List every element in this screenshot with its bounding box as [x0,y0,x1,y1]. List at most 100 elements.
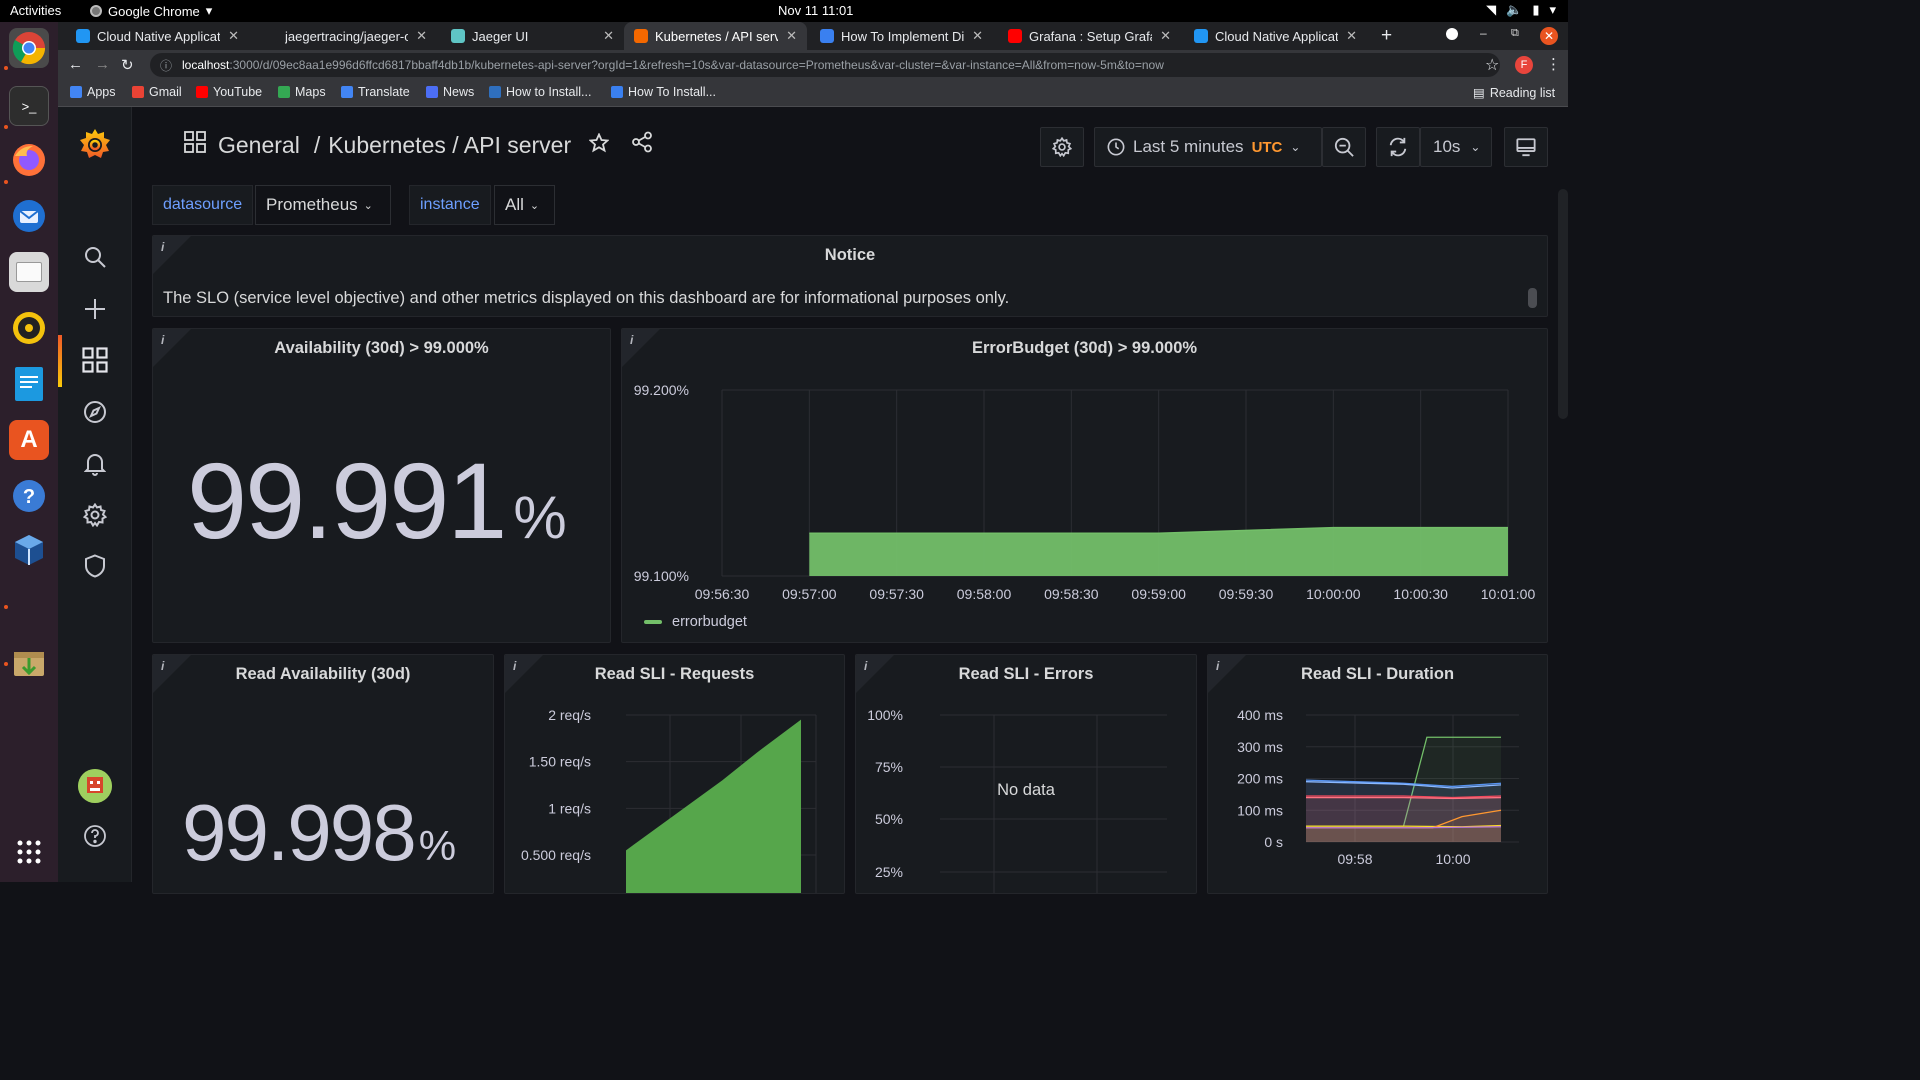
tab-close-icon[interactable]: ✕ [416,28,427,44]
star-icon[interactable] [588,131,610,159]
wifi-icon: ◥ [1486,2,1497,17]
variable-select-datasource[interactable]: Prometheus ⌄ [255,185,391,225]
bookmark-favicon-icon [426,86,438,98]
browser-tab[interactable]: Kubernetes / API server ✕ [624,22,807,50]
refresh-button[interactable] [1376,127,1420,167]
new-tab-button[interactable]: + [1381,25,1392,47]
menu-icon[interactable]: ⋮ [1546,55,1561,73]
tab-search-icon[interactable] [1446,28,1458,40]
activities-button[interactable]: Activities [10,3,61,18]
search-icon[interactable] [82,244,108,270]
files-icon[interactable] [9,252,49,292]
chrome-icon[interactable] [9,28,49,68]
firefox-icon[interactable] [9,140,49,180]
y-tick-label: 100% [867,707,903,723]
software-center-icon[interactable]: A [9,420,49,460]
clock[interactable]: Nov 11 11:01 [778,3,853,18]
grafana-logo-icon[interactable] [78,127,112,161]
clock-icon [1107,138,1125,156]
explore-icon[interactable] [82,399,108,425]
dashboards-icon[interactable] [82,347,108,373]
user-avatar[interactable] [78,769,112,803]
virtualbox-icon[interactable] [9,530,49,570]
browser-tab[interactable]: Cloud Native Applicatio ✕ [1184,22,1367,50]
maximize-icon[interactable]: ⧉ [1511,27,1519,40]
browser-tab[interactable]: Grafana : Setup Grafana ✕ [998,22,1181,50]
battery-icon: ▮ [1532,2,1540,17]
tab-close-icon[interactable]: ✕ [972,28,983,44]
help-icon[interactable] [82,823,108,849]
reload-icon[interactable]: ↻ [121,56,134,74]
show-applications-icon[interactable] [9,832,49,872]
system-tray[interactable]: ◥ 🔈 ▮ ▾ [1486,2,1556,18]
tab-close-icon[interactable]: ✕ [228,28,239,44]
installer-icon[interactable] [9,642,49,682]
refresh-interval-picker[interactable]: 10s ⌄ [1420,127,1492,167]
alerting-bell-icon[interactable] [82,451,108,477]
legend-label[interactable]: errorbudget [672,614,747,630]
app-menu[interactable]: Google Chrome ▾ [90,3,212,19]
bookmark-star-icon[interactable]: ☆ [1485,55,1499,75]
writer-icon[interactable] [9,364,49,404]
tab-favicon-icon [264,29,278,43]
bookmark-item[interactable]: How To Install... [611,85,716,99]
bookmark-label: How to Install... [506,85,592,99]
x-tick-label: 09:58:30 [1044,586,1099,602]
tab-title: How To Implement Dist [841,28,965,44]
profile-avatar[interactable]: F [1515,56,1533,74]
bookmark-favicon-icon [341,86,353,98]
scrollbar-thumb[interactable] [1528,288,1537,308]
bookmark-label: Translate [358,85,410,99]
bookmark-item[interactable]: Translate [341,85,410,99]
forward-icon[interactable]: → [95,56,110,73]
create-icon[interactable] [82,296,108,322]
dashboard-title[interactable]: Kubernetes / API server [328,132,571,159]
dashboard-settings-button[interactable] [1040,127,1084,167]
read-availability-stat-value: 99.998% [182,788,456,877]
rhythmbox-icon[interactable] [9,308,49,348]
chevron-down-icon: ⌄ [529,199,540,212]
reading-list-button[interactable]: ▤ Reading list [1473,85,1555,101]
bookmark-item[interactable]: YouTube [196,85,262,99]
tab-close-icon[interactable]: ✕ [1160,28,1171,44]
browser-tab[interactable]: Cloud Native Applicatio ✕ [66,22,249,50]
panel-title: Availability (30d) > 99.000% [274,339,489,357]
volume-icon: 🔈 [1506,2,1523,17]
bookmark-item[interactable]: How to Install... [489,85,591,99]
site-info-icon[interactable]: ⓘ [160,57,172,74]
minimize-icon[interactable]: – [1480,26,1487,40]
address-bar[interactable]: ⓘ localhost:3000/d/09ec8aa1e996d6ffcd681… [150,53,1500,77]
help-icon[interactable]: ? [9,476,49,516]
time-picker-button[interactable]: Last 5 minutes UTC ⌄ [1094,127,1322,167]
browser-tab[interactable]: How To Implement Dist ✕ [810,22,993,50]
y-tick-label: 99.200% [634,382,689,398]
zoom-out-button[interactable] [1322,127,1366,167]
breadcrumb-folder[interactable]: General [218,132,300,159]
back-icon[interactable]: ← [68,56,83,73]
bookmark-item[interactable]: Apps [70,85,116,99]
bookmark-label: YouTube [213,85,263,99]
running-indicator [4,180,8,184]
tab-close-icon[interactable]: ✕ [1346,28,1357,44]
share-icon[interactable] [631,131,653,159]
bookmark-item[interactable]: Maps [278,85,326,99]
close-window-icon[interactable]: ✕ [1540,27,1558,45]
browser-tab[interactable]: jaegertracing/jaeger-op ✕ [254,22,437,50]
tab-close-icon[interactable]: ✕ [786,28,797,44]
settings-gear-icon[interactable] [82,502,108,528]
os-top-bar: Activities Google Chrome ▾ Nov 11 11:01 … [0,0,1568,22]
shield-icon[interactable] [82,553,108,579]
thunderbird-icon[interactable] [9,196,49,236]
tv-mode-button[interactable] [1504,127,1548,167]
y-tick-label: 2 req/s [548,707,591,723]
chrome-small-icon [90,5,102,17]
chevron-down-icon: ▾ [1549,2,1556,17]
tab-close-icon[interactable]: ✕ [603,28,614,44]
browser-tab[interactable]: Jaeger UI ✕ [441,22,624,50]
bookmark-item[interactable]: News [426,85,474,99]
page-scrollbar[interactable] [1558,189,1568,419]
variable-select-instance[interactable]: All ⌄ [494,185,555,225]
terminal-icon[interactable]: >_ [9,86,49,126]
bookmark-item[interactable]: Gmail [132,85,182,99]
notice-panel: i Notice The SLO (service level objectiv… [152,235,1548,317]
